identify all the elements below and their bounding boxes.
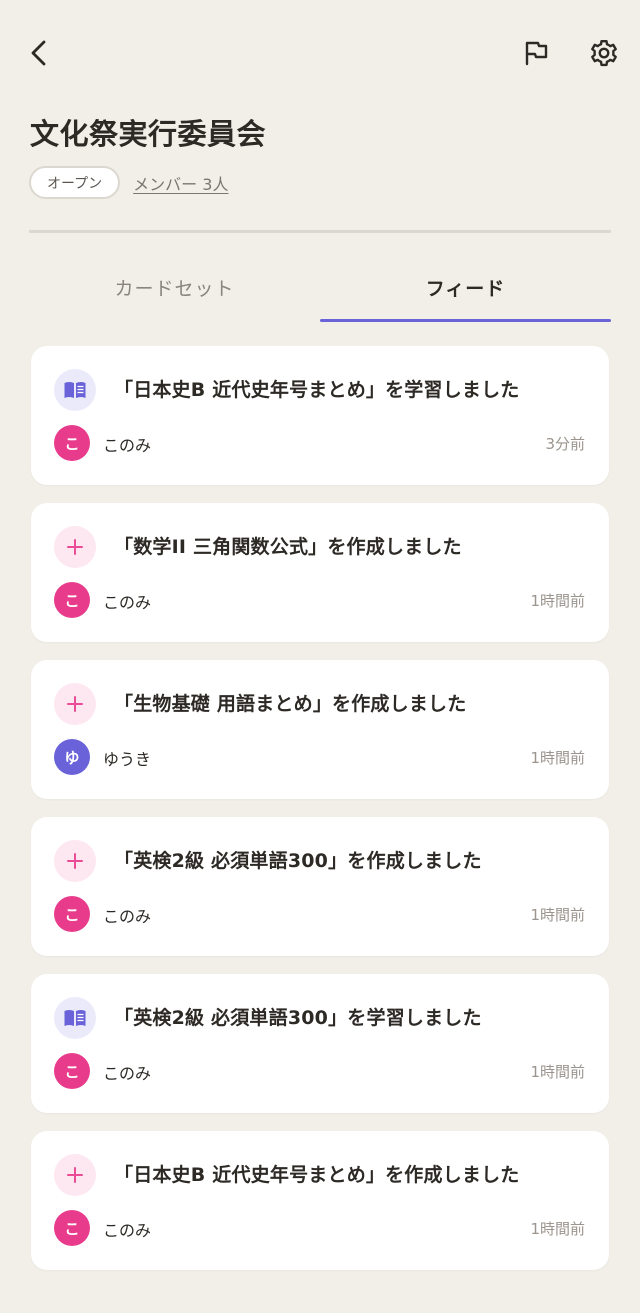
activity-text: 「英検2級 必須単語300」を学習しました (114, 1007, 482, 1029)
page-title: 文化祭実行委員会 (30, 117, 267, 151)
members-link[interactable]: メンバー 3人 (133, 171, 228, 195)
timestamp: 1時間前 (530, 906, 585, 924)
timestamp: 1時間前 (530, 592, 585, 610)
back-arrow-icon (31, 40, 46, 66)
avatar: こ (54, 896, 90, 932)
report-button[interactable] (514, 31, 558, 75)
activity-text: 「日本史B 近代史年号まとめ」を作成しました (114, 1164, 520, 1186)
group-meta: オープン メンバー 3人 (29, 164, 228, 201)
top-bar (0, 0, 640, 104)
avatar: こ (54, 1053, 90, 1089)
feed-item[interactable]: 「英検2級 必須単語300」を作成しました こ このみ 1時間前 (31, 817, 609, 956)
user-name: このみ (103, 1064, 152, 1083)
activity-text: 「日本史B 近代史年号まとめ」を学習しました (114, 379, 520, 401)
gear-icon (591, 39, 617, 67)
timestamp: 3分前 (545, 435, 585, 453)
visibility-badge: オープン (29, 166, 121, 199)
avatar: こ (54, 425, 90, 461)
activity-feed: 「日本史B 近代史年号まとめ」を学習しました こ このみ 3分前 「数学II 三… (31, 346, 609, 1288)
plus-icon (54, 526, 96, 568)
activity-text: 「英検2級 必須単語300」を作成しました (114, 850, 482, 872)
tab-card-sets[interactable]: カードセット (29, 258, 320, 322)
user-name: このみ (103, 1221, 152, 1240)
plus-icon (54, 1154, 96, 1196)
feed-item[interactable]: 「英検2級 必須単語300」を学習しました こ このみ 1時間前 (31, 974, 609, 1113)
flag-icon (525, 41, 548, 66)
header-divider (29, 230, 611, 233)
tab-feed[interactable]: フィード (320, 258, 611, 322)
user-name: このみ (103, 593, 152, 612)
timestamp: 1時間前 (530, 1063, 585, 1081)
book-icon (54, 997, 96, 1039)
activity-text: 「生物基礎 用語まとめ」を作成しました (114, 693, 467, 715)
feed-item[interactable]: 「日本史B 近代史年号まとめ」を作成しました こ このみ 1時間前 (31, 1131, 609, 1270)
plus-icon (54, 840, 96, 882)
avatar: ゆ (54, 739, 90, 775)
avatar: こ (54, 582, 90, 618)
avatar: こ (54, 1210, 90, 1246)
user-name: このみ (103, 436, 152, 455)
user-name: このみ (103, 907, 152, 926)
back-button[interactable] (18, 31, 62, 75)
feed-item[interactable]: 「数学II 三角関数公式」を作成しました こ このみ 1時間前 (31, 503, 609, 642)
timestamp: 1時間前 (530, 749, 585, 767)
timestamp: 1時間前 (530, 1220, 585, 1238)
feed-item[interactable]: 「日本史B 近代史年号まとめ」を学習しました こ このみ 3分前 (31, 346, 609, 485)
settings-button[interactable] (582, 31, 626, 75)
plus-icon (54, 683, 96, 725)
tab-bar: カードセット フィード (29, 258, 611, 322)
activity-text: 「数学II 三角関数公式」を作成しました (114, 536, 462, 558)
user-name: ゆうき (103, 750, 152, 769)
book-icon (54, 369, 96, 411)
feed-item[interactable]: 「生物基礎 用語まとめ」を作成しました ゆ ゆうき 1時間前 (31, 660, 609, 799)
